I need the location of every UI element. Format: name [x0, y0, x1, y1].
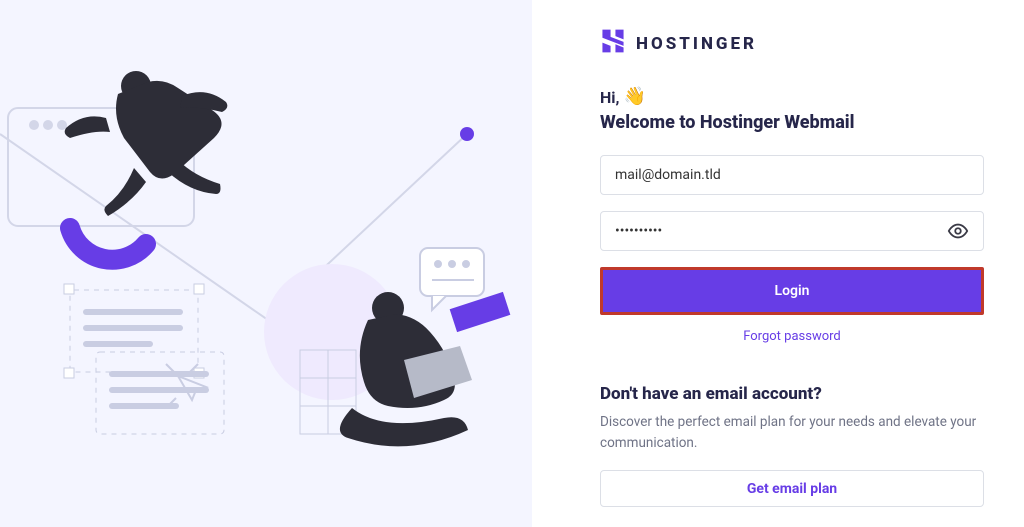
brand-name: HOSTINGER [636, 34, 757, 54]
illustration-panel [0, 0, 532, 527]
greeting-line: Hi, 👋 [600, 87, 984, 108]
hostinger-logo-icon [600, 28, 626, 59]
show-password-icon[interactable] [947, 220, 969, 242]
brand: HOSTINGER [600, 28, 984, 59]
greeting-hi: Hi, [600, 88, 619, 107]
login-button[interactable]: Login [603, 270, 981, 312]
welcome-heading: Welcome to Hostinger Webmail [600, 112, 984, 133]
password-field[interactable] [615, 223, 939, 239]
login-button-highlight: Login [600, 267, 984, 315]
wave-emoji-icon: 👋 [623, 86, 645, 107]
get-email-plan-button[interactable]: Get email plan [600, 470, 984, 507]
password-field-wrap[interactable] [600, 211, 984, 251]
cta-heading: Don't have an email account? [600, 384, 984, 404]
email-field-wrap[interactable] [600, 155, 984, 195]
cta-body: Discover the perfect email plan for your… [600, 412, 980, 454]
email-field[interactable] [615, 167, 969, 183]
login-panel: HOSTINGER Hi, 👋 Welcome to Hostinger Web… [532, 0, 1024, 527]
forgot-password-link[interactable]: Forgot password [600, 329, 984, 344]
